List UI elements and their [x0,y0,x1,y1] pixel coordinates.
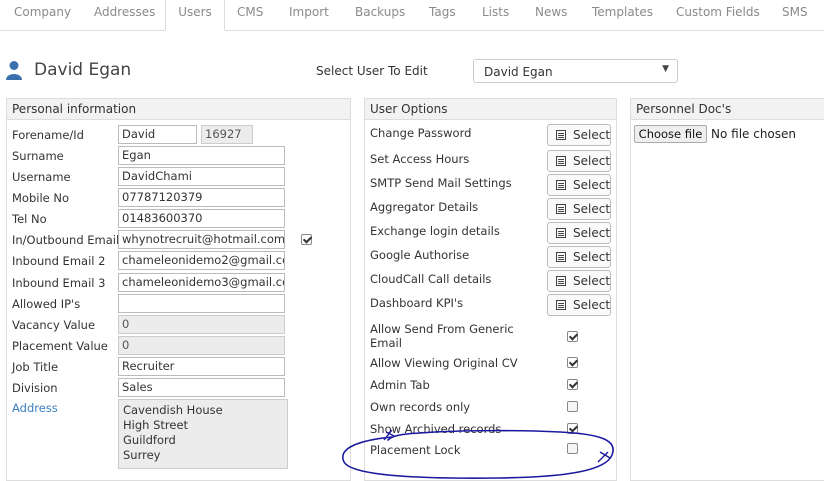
hand-drawn-annotation [341,429,614,479]
